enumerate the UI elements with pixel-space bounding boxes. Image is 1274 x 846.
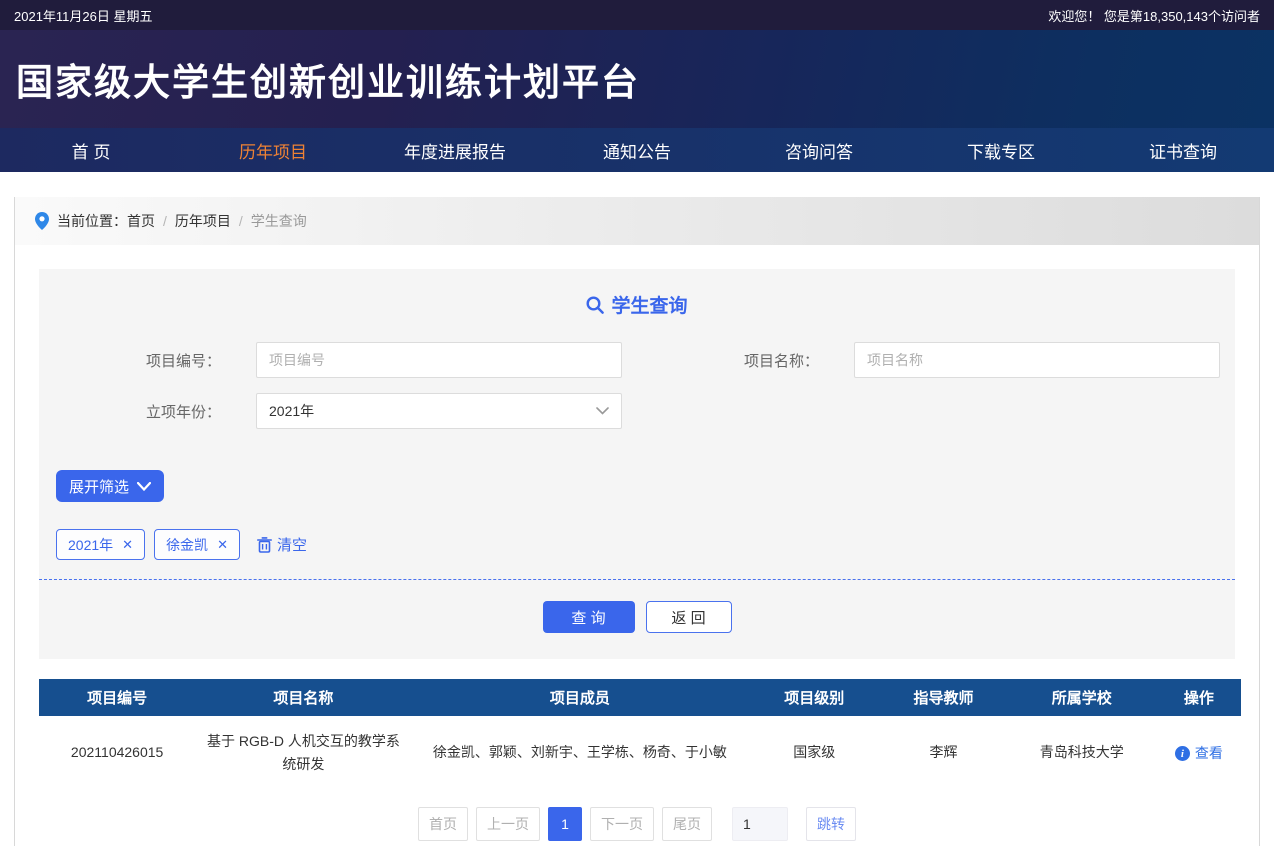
prev-page-button[interactable]: 上一页 <box>476 807 540 841</box>
col-header-level: 项目级别 <box>748 679 881 716</box>
dashed-divider <box>39 579 1235 580</box>
cell-project-members: 徐金凯、郭颖、刘新宇、王学栋、杨奇、于小敏 <box>411 716 749 790</box>
info-icon: i <box>1174 746 1190 762</box>
site-title: 国家级大学生创新创业训练计划平台 <box>16 62 640 103</box>
search-panel: 学生查询 项目编号： 项目名称： 立项年份： 2021年 <box>39 269 1235 659</box>
clear-filters-button[interactable]: 清空 <box>256 534 307 555</box>
pagination: 首页 上一页 1 下一页 尾页 跳转 <box>15 807 1259 841</box>
cell-project-name: 基于 RGB-D 人机交互的教学系统研发 <box>195 716 412 790</box>
breadcrumb-label: 当前位置： <box>57 213 127 229</box>
last-page-button[interactable]: 尾页 <box>662 807 712 841</box>
jump-button[interactable]: 跳转 <box>806 807 856 841</box>
nav-item-downloads[interactable]: 下载专区 <box>910 128 1092 172</box>
location-pin-icon <box>35 212 49 230</box>
nav-item-notices[interactable]: 通知公告 <box>546 128 728 172</box>
results-table: 项目编号 项目名称 项目成员 项目级别 指导教师 所属学校 操作 2021104… <box>39 679 1241 790</box>
cell-teacher: 李辉 <box>880 716 1007 790</box>
cell-project-code: 202110426015 <box>39 716 196 790</box>
breadcrumb-separator: / <box>163 213 167 229</box>
col-header-action: 操作 <box>1156 679 1241 716</box>
close-icon[interactable]: ✕ <box>122 537 133 553</box>
close-icon[interactable]: ✕ <box>217 537 228 553</box>
jump-page-input[interactable] <box>732 807 788 841</box>
col-header-school: 所属学校 <box>1006 679 1157 716</box>
view-detail-link[interactable]: i 查看 <box>1174 742 1223 765</box>
visitor-welcome-text: 欢迎您！ 您是第18,350,143个访问者 <box>1048 8 1260 24</box>
clear-filters-label: 清空 <box>276 537 307 554</box>
nav-item-home[interactable]: 首 页 <box>0 128 182 172</box>
page-container: 当前位置： 首页 / 历年项目 / 学生查询 学生查询 项目编号： 项目名称： <box>14 197 1260 846</box>
trash-icon <box>256 536 272 553</box>
project-name-label: 项目名称： <box>743 352 819 370</box>
date-text: 2021年11月26日 星期五 <box>14 8 153 24</box>
query-button[interactable]: 查 询 <box>542 601 635 633</box>
filter-tag-year[interactable]: 2021年 ✕ <box>56 529 146 560</box>
year-select[interactable]: 2021年 <box>256 393 622 429</box>
breadcrumb-home[interactable]: 首页 <box>127 211 155 231</box>
col-header-teacher: 指导教师 <box>880 679 1007 716</box>
search-icon <box>586 295 605 314</box>
view-detail-label: 查看 <box>1194 745 1223 762</box>
form-actions: 查 询 返 回 <box>39 601 1235 633</box>
breadcrumb-past-projects[interactable]: 历年项目 <box>175 211 231 231</box>
project-code-input[interactable] <box>256 342 622 378</box>
filter-tags: 2021年 ✕ 徐金凯 ✕ 清空 <box>56 529 1235 560</box>
page-number-button-current[interactable]: 1 <box>548 807 582 841</box>
topbar: 2021年11月26日 星期五 欢迎您！ 您是第18,350,143个访问者 <box>0 0 1274 30</box>
first-page-button[interactable]: 首页 <box>418 807 468 841</box>
filter-tag-label: 2021年 <box>68 536 114 553</box>
next-page-button[interactable]: 下一页 <box>590 807 654 841</box>
breadcrumb: 当前位置： 首页 / 历年项目 / 学生查询 <box>15 197 1259 245</box>
nav-item-qa[interactable]: 咨询问答 <box>728 128 910 172</box>
breadcrumb-separator: / <box>238 213 243 229</box>
project-name-input[interactable] <box>854 342 1220 378</box>
table-row: 202110426015 基于 RGB-D 人机交互的教学系统研发 徐金凯、郭颖… <box>39 716 1241 790</box>
site-banner: 国家级大学生创新创业训练计划平台 <box>0 30 1274 128</box>
nav-item-certificate-query[interactable]: 证书查询 <box>1092 128 1274 172</box>
cell-school: 青岛科技大学 <box>1006 716 1157 790</box>
expand-filter-button[interactable]: 展开筛选 <box>56 470 165 502</box>
filter-tag-label: 徐金凯 <box>166 536 209 553</box>
panel-title-text: 学生查询 <box>611 296 688 317</box>
search-form: 项目编号： 项目名称： 立项年份： 2021年 <box>39 342 1235 429</box>
nav-item-past-projects[interactable]: 历年项目 <box>182 128 364 172</box>
nav-item-annual-report[interactable]: 年度进展报告 <box>364 128 546 172</box>
panel-title: 学生查询 <box>39 291 1235 318</box>
breadcrumb-current: 学生查询 <box>250 213 307 229</box>
chevron-down-icon <box>596 407 609 415</box>
back-button[interactable]: 返 回 <box>645 601 732 633</box>
expand-filter-label: 展开筛选 <box>69 478 130 496</box>
year-select-value: 2021年 <box>269 403 315 419</box>
filter-tag-student[interactable]: 徐金凯 ✕ <box>154 529 240 560</box>
col-header-code: 项目编号 <box>39 679 196 716</box>
year-label: 立项年份： <box>145 403 221 421</box>
chevron-down-icon <box>137 481 152 491</box>
main-nav: 首 页 历年项目 年度进展报告 通知公告 咨询问答 下载专区 证书查询 <box>0 128 1274 172</box>
col-header-name: 项目名称 <box>195 679 412 716</box>
col-header-members: 项目成员 <box>411 679 749 716</box>
cell-project-level: 国家级 <box>748 716 881 790</box>
project-code-label: 项目编号： <box>145 352 221 370</box>
table-header: 项目编号 项目名称 项目成员 项目级别 指导教师 所属学校 操作 <box>39 679 1241 716</box>
